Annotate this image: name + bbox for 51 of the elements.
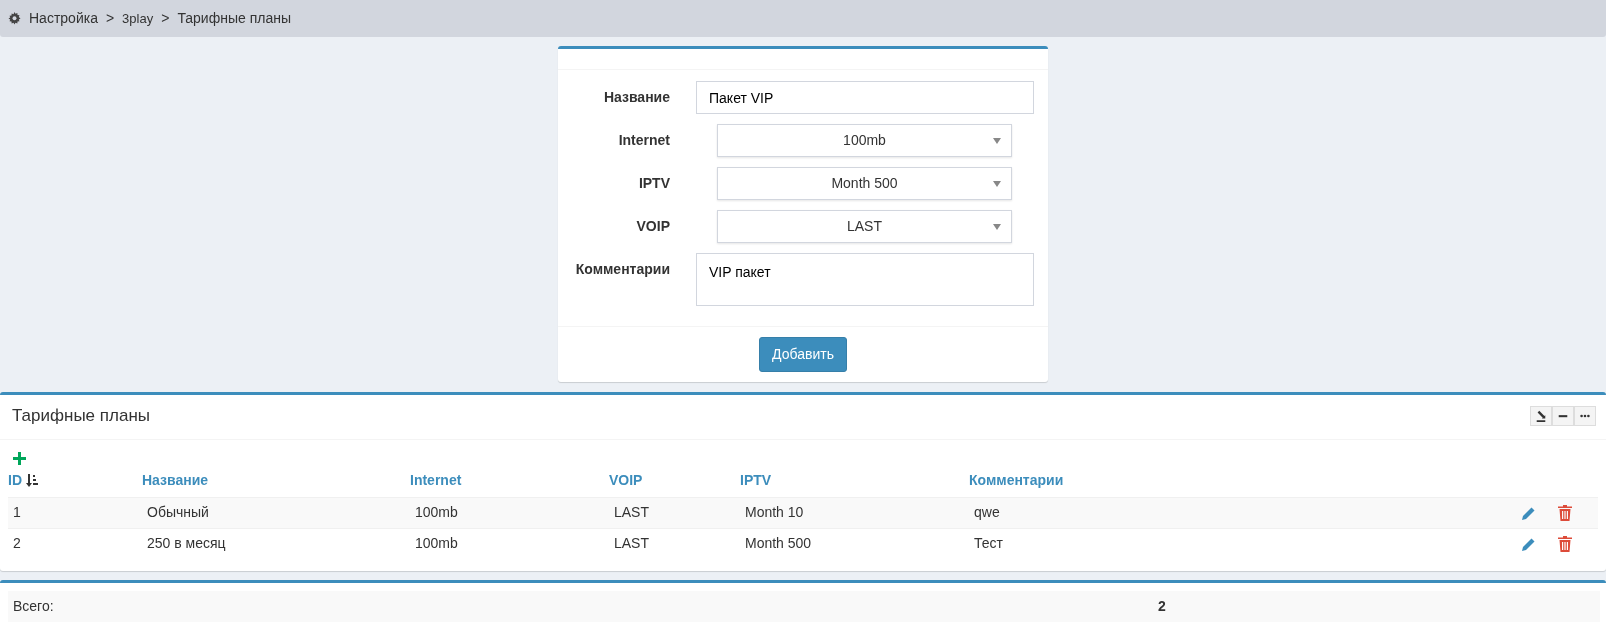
field-label: VOIP — [635, 217, 670, 236]
panel-tool-button[interactable] — [1574, 405, 1596, 426]
summary-label: Всего: — [13, 596, 55, 616]
table-cell-text: 2 — [12, 534, 22, 553]
breadcrumb-separator: > — [105, 9, 115, 28]
table-cell-text: LAST — [613, 534, 650, 553]
add-button[interactable]: Добавить — [759, 337, 847, 372]
select-field[interactable]: 100mb — [717, 124, 1012, 157]
breadcrumb-separator: > — [161, 9, 170, 28]
table-cell-text: qwe — [973, 503, 1001, 522]
column-header[interactable]: VOIP — [609, 470, 740, 491]
text-field[interactable]: Пакет VIP — [696, 81, 1034, 114]
column-header[interactable]: ID — [8, 470, 142, 491]
field-label: Название — [602, 88, 670, 107]
table-cell-text: 100mb — [414, 534, 459, 553]
table-cell-text: 250 в месяц — [146, 534, 227, 553]
column-header[interactable]: Комментарии — [969, 470, 1521, 491]
breadcrumb-link[interactable]: Настройка — [29, 8, 98, 29]
column-header[interactable]: Название — [142, 470, 410, 491]
table-cell-text: LAST — [613, 503, 650, 522]
select-field[interactable]: Month 500 — [717, 167, 1012, 200]
panel-tool-button[interactable] — [1552, 405, 1574, 426]
field-label: Комментарии — [574, 260, 670, 279]
field-label: Internet — [617, 131, 670, 150]
caret-icon — [993, 138, 1001, 144]
select-field[interactable]: LAST — [717, 210, 1012, 243]
table-cell-text: 1 — [12, 503, 22, 522]
sort-icon[interactable] — [26, 474, 39, 487]
panel-title: Тарифные планы — [12, 405, 150, 427]
table-cell-text: Тест — [973, 534, 1004, 553]
caret-icon — [993, 224, 1001, 230]
pencil-icon[interactable] — [1521, 536, 1536, 552]
trash-icon[interactable] — [1558, 505, 1572, 522]
column-header[interactable]: IPTV — [740, 470, 969, 491]
table-cell-text: 100mb — [414, 503, 459, 522]
add-icon[interactable] — [13, 451, 26, 465]
export-icon — [1535, 409, 1547, 422]
gear-icon — [8, 12, 21, 25]
column-header[interactable]: Internet — [410, 470, 609, 491]
summary-value: 2 — [1158, 596, 1166, 616]
comment-field[interactable]: VIP пакет — [696, 253, 1034, 306]
breadcrumb-link[interactable]: 3play — [122, 8, 154, 29]
pencil-icon[interactable] — [1521, 505, 1536, 521]
table-cell-text: Обычный — [146, 503, 210, 522]
breadcrumb-link[interactable]: Тарифные планы — [177, 8, 291, 29]
trash-icon[interactable] — [1558, 536, 1572, 553]
table-cell-text: Month 500 — [744, 534, 813, 553]
table-cell-text: Month 10 — [744, 503, 805, 522]
caret-icon — [993, 181, 1001, 187]
panel-tool-button[interactable] — [1530, 405, 1552, 426]
field-label: IPTV — [637, 174, 670, 193]
